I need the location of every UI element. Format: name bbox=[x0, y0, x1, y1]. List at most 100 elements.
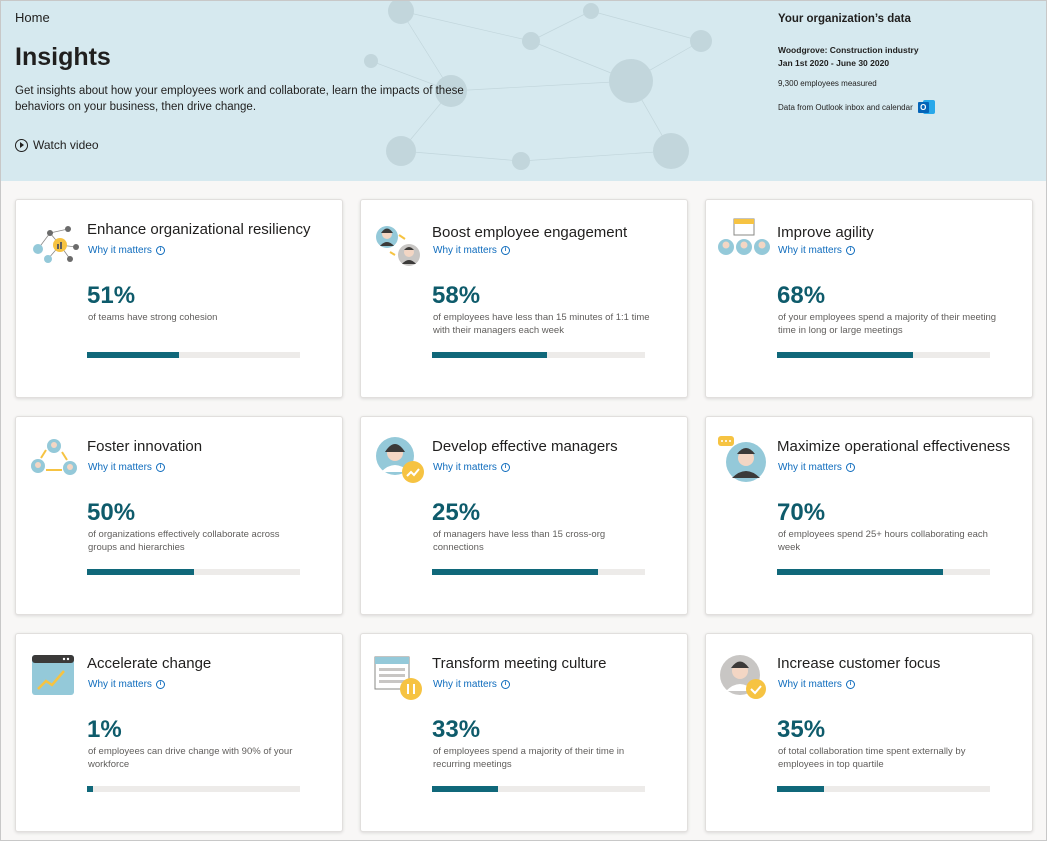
outlook-icon: O bbox=[917, 99, 936, 115]
progress-bar bbox=[777, 786, 990, 792]
progress-bar-fill bbox=[87, 569, 194, 575]
why-it-matters-label: Why it matters bbox=[88, 679, 152, 690]
why-it-matters-link[interactable]: Why it matters i bbox=[88, 245, 165, 256]
progress-bar bbox=[432, 569, 645, 575]
metric-value: 58% bbox=[432, 282, 481, 309]
metric-value: 35% bbox=[777, 716, 826, 743]
card-title: Maximize operational effectiveness bbox=[777, 438, 1011, 455]
insight-card-agility[interactable]: Improve agility Why it matters i 68% of y… bbox=[705, 199, 1033, 398]
why-it-matters-link[interactable]: Why it matters i bbox=[778, 245, 855, 256]
info-icon: i bbox=[155, 463, 165, 472]
watch-video-button[interactable]: Watch video bbox=[15, 138, 99, 152]
customer-check-icon bbox=[720, 655, 766, 699]
insights-header: Home Insights Get insights about how you… bbox=[1, 1, 1046, 181]
watch-video-label: Watch video bbox=[33, 138, 99, 152]
info-icon: i bbox=[155, 246, 165, 255]
metric-value: 70% bbox=[777, 499, 826, 526]
info-icon: i bbox=[500, 463, 510, 472]
progress-bar-fill bbox=[432, 352, 548, 358]
org-source-text: Data from Outlook inbox and calendar bbox=[778, 102, 913, 112]
info-icon: i bbox=[845, 463, 855, 472]
card-title: Enhance organizational resiliency bbox=[87, 221, 311, 238]
progress-bar bbox=[87, 352, 300, 358]
card-title: Accelerate change bbox=[87, 655, 212, 672]
org-date-range: Jan 1st 2020 - June 30 2020 bbox=[778, 58, 890, 68]
network-icon bbox=[33, 226, 79, 263]
metric-description: of total collaboration time spent extern… bbox=[778, 746, 966, 770]
insight-card-meeting-culture[interactable]: Transform meeting culture Why it matters… bbox=[360, 633, 688, 832]
org-data-source: Data from Outlook inbox and calendar O bbox=[778, 99, 1038, 115]
insight-card-resiliency[interactable]: Enhance organizational resiliency Why it… bbox=[15, 199, 343, 398]
why-it-matters-label: Why it matters bbox=[433, 679, 497, 690]
insight-card-change[interactable]: Accelerate change Why it matters i 1% of … bbox=[15, 633, 343, 832]
chart-window-icon bbox=[32, 655, 74, 695]
page-description: Get insights about how your employees wo… bbox=[15, 85, 464, 113]
metric-description: of employees can drive change with 90% o… bbox=[88, 746, 293, 770]
progress-bar bbox=[432, 352, 645, 358]
card-title: Improve agility bbox=[777, 224, 874, 241]
why-it-matters-label: Why it matters bbox=[88, 245, 152, 256]
progress-bar-fill bbox=[87, 352, 179, 358]
metric-description: of teams have strong cohesion bbox=[88, 312, 218, 323]
why-it-matters-label: Why it matters bbox=[433, 462, 497, 473]
metric-value: 33% bbox=[432, 716, 481, 743]
why-it-matters-label: Why it matters bbox=[778, 679, 842, 690]
metric-value: 1% bbox=[87, 716, 122, 743]
org-data-title: Your organization’s data bbox=[778, 13, 911, 25]
metric-value: 25% bbox=[432, 499, 481, 526]
info-icon: i bbox=[155, 680, 165, 689]
metric-description: of your employees spend a majority of th… bbox=[778, 312, 997, 336]
why-it-matters-link[interactable]: Why it matters i bbox=[778, 679, 855, 690]
metric-description: of managers have less than 15 cross-org … bbox=[433, 529, 606, 553]
org-company: Woodgrove: Construction industry bbox=[778, 45, 919, 55]
card-title: Foster innovation bbox=[87, 438, 203, 455]
info-icon: i bbox=[500, 246, 510, 255]
page-title: Insights bbox=[15, 43, 111, 71]
card-title: Develop effective managers bbox=[432, 438, 618, 455]
card-title: Boost employee engagement bbox=[432, 224, 628, 241]
why-it-matters-label: Why it matters bbox=[433, 245, 497, 256]
calendar-people-icon bbox=[718, 218, 770, 255]
metric-value: 51% bbox=[87, 282, 136, 309]
connections-icon bbox=[31, 439, 77, 475]
chat-person-icon bbox=[718, 436, 766, 482]
insight-card-managers[interactable]: Develop effective managers Why it matter… bbox=[360, 416, 688, 615]
breadcrumb-home[interactable]: Home bbox=[15, 10, 50, 25]
org-employees-measured: 9,300 employees measured bbox=[778, 79, 877, 88]
insight-card-innovation[interactable]: Foster innovation Why it matters i 50% of… bbox=[15, 416, 343, 615]
why-it-matters-link[interactable]: Why it matters i bbox=[88, 679, 165, 690]
progress-bar bbox=[777, 352, 990, 358]
manager-trend-icon bbox=[376, 437, 424, 483]
info-icon: i bbox=[845, 680, 855, 689]
progress-bar-fill bbox=[777, 569, 944, 575]
why-it-matters-link[interactable]: Why it matters i bbox=[433, 462, 510, 473]
why-it-matters-link[interactable]: Why it matters i bbox=[88, 462, 165, 473]
metric-description: of employees have less than 15 minutes o… bbox=[433, 312, 650, 336]
metric-value: 50% bbox=[87, 499, 136, 526]
outlook-icon-letter: O bbox=[917, 102, 929, 113]
insights-page: Home Insights Get insights about how you… bbox=[0, 0, 1047, 841]
people-icon bbox=[376, 226, 420, 266]
progress-bar-fill bbox=[432, 786, 499, 792]
metric-description: of employees spend a majority of their t… bbox=[433, 746, 625, 770]
progress-bar bbox=[87, 569, 300, 575]
progress-bar bbox=[777, 569, 990, 575]
insight-card-customer-focus[interactable]: Increase customer focus Why it matters i … bbox=[705, 633, 1033, 832]
insight-card-engagement[interactable]: Boost employee engagement Why it matters… bbox=[360, 199, 688, 398]
progress-bar-fill bbox=[87, 786, 94, 792]
metric-description: of employees spend 25+ hours collaborati… bbox=[778, 529, 988, 553]
insight-card-operational[interactable]: Maximize operational effectiveness Why i… bbox=[705, 416, 1033, 615]
why-it-matters-link[interactable]: Why it matters i bbox=[433, 679, 510, 690]
org-data-panel: Your organization’s data Woodgrove: Cons… bbox=[778, 13, 1038, 115]
play-circle-icon bbox=[15, 138, 28, 152]
info-icon: i bbox=[845, 246, 855, 255]
card-title: Transform meeting culture bbox=[432, 655, 607, 672]
why-it-matters-link[interactable]: Why it matters i bbox=[433, 245, 510, 256]
card-title: Increase customer focus bbox=[777, 655, 941, 672]
metric-value: 68% bbox=[777, 282, 826, 309]
progress-bar-fill bbox=[432, 569, 599, 575]
why-it-matters-label: Why it matters bbox=[778, 245, 842, 256]
progress-bar-fill bbox=[777, 786, 824, 792]
why-it-matters-link[interactable]: Why it matters i bbox=[778, 462, 855, 473]
why-it-matters-label: Why it matters bbox=[88, 462, 152, 473]
